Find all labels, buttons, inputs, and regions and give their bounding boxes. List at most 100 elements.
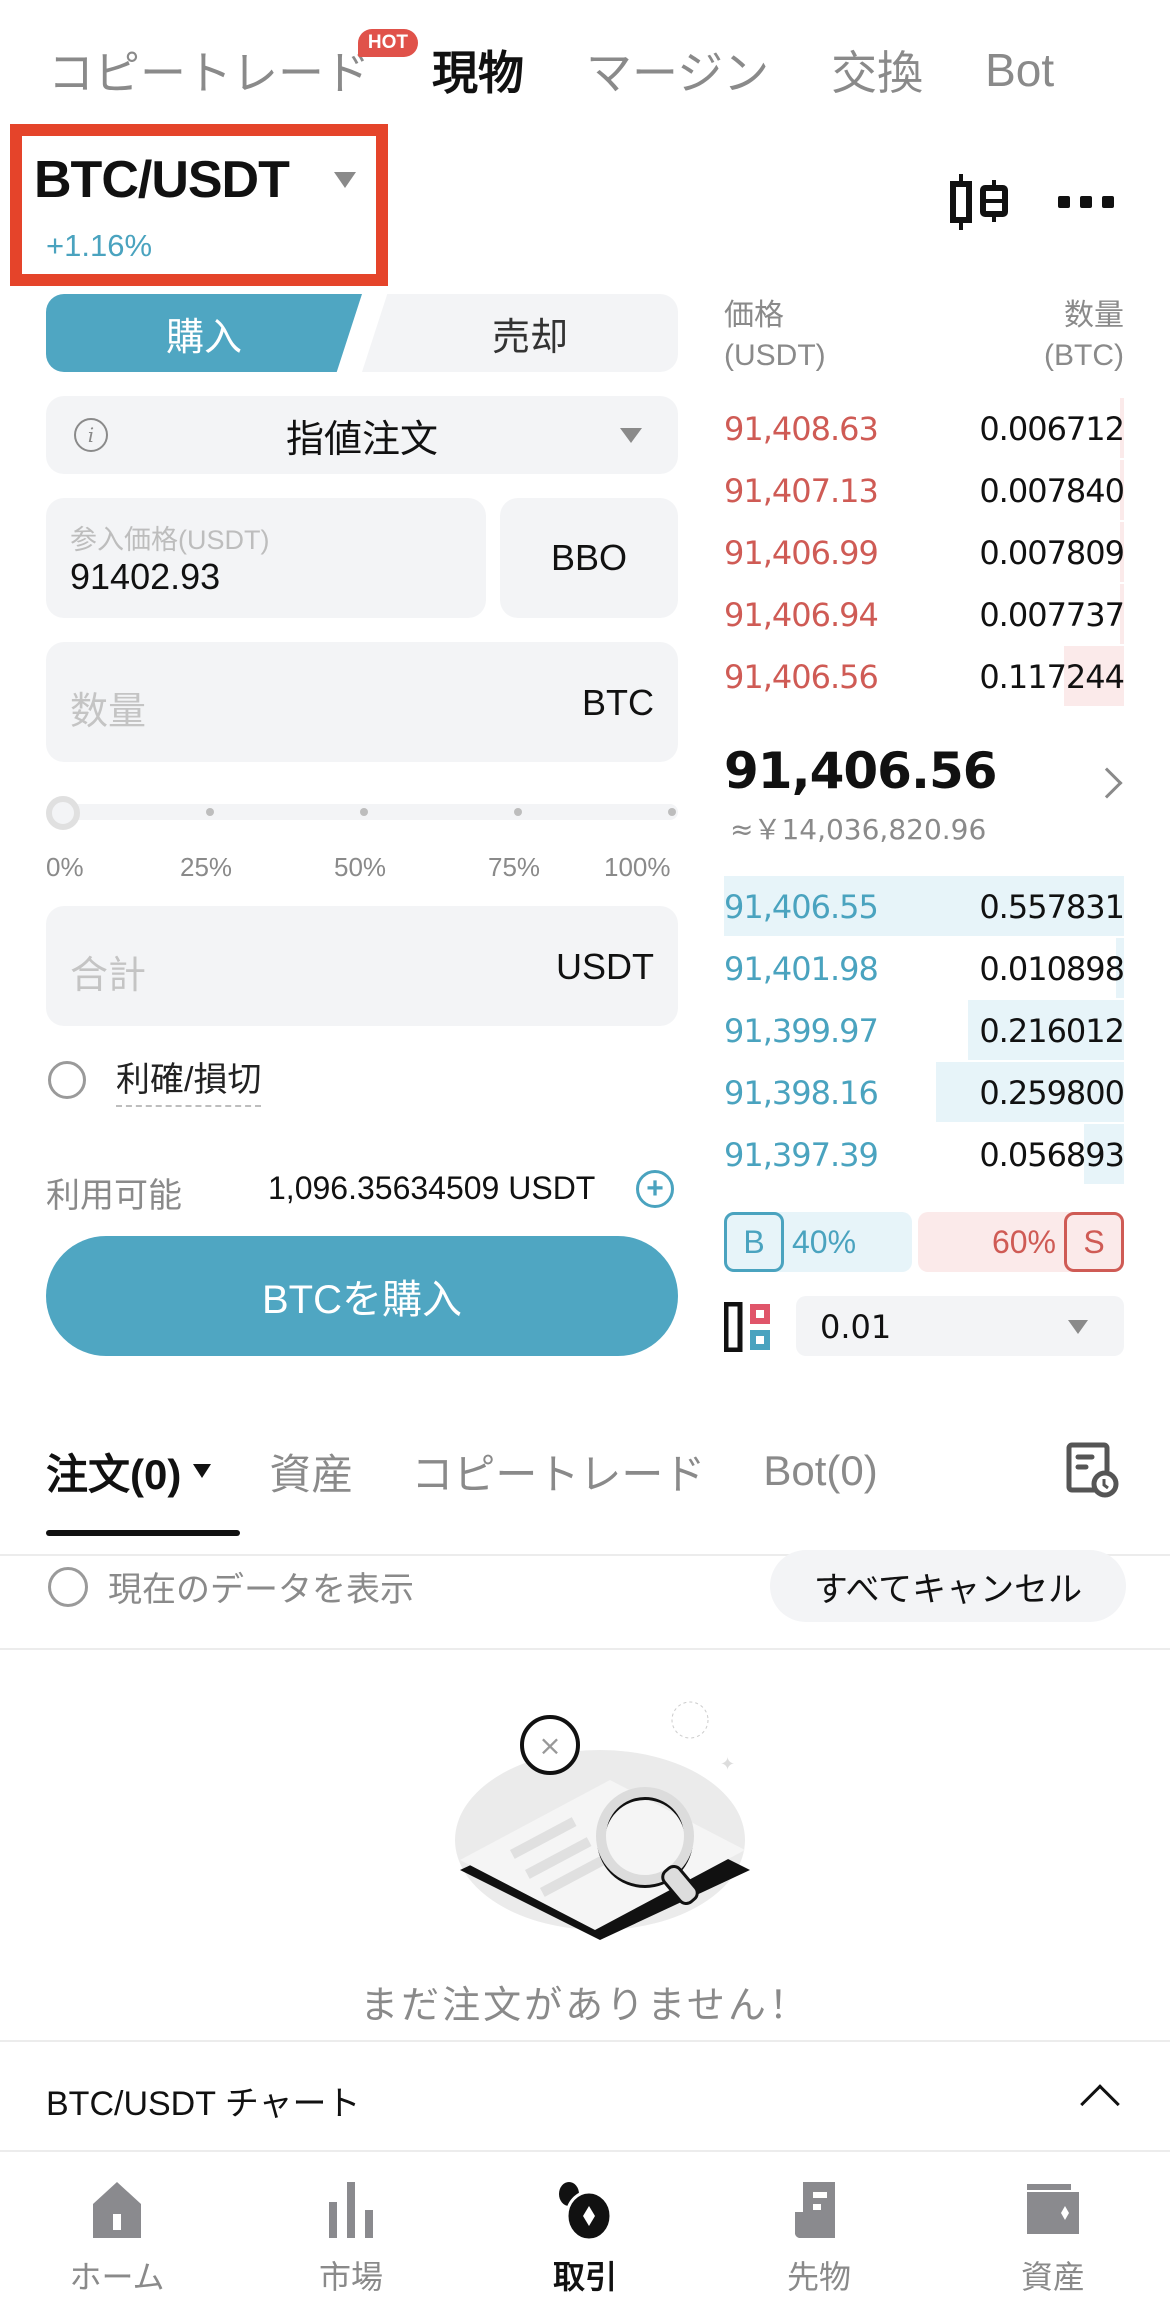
price-input[interactable]	[70, 556, 450, 598]
slider-label: 75%	[488, 852, 541, 882]
bid-qty: 0.259800	[979, 1074, 1125, 1112]
caret-down-icon[interactable]	[334, 172, 356, 188]
hot-badge: HOT	[357, 29, 418, 57]
nav-trade[interactable]: 取引	[468, 2152, 702, 2307]
tab-bot[interactable]: Bot	[985, 43, 1054, 97]
last-price-fiat: ≈￥14,036,820.96	[730, 813, 987, 846]
ask-row[interactable]: 91,406.56 0.117244	[724, 646, 1125, 706]
orderbook-layout-icon[interactable]	[724, 1302, 774, 1352]
sell-tab[interactable]: 売却	[362, 294, 678, 372]
tab-spot[interactable]: 現物	[432, 37, 524, 103]
tab-convert[interactable]: 交換	[831, 37, 923, 103]
bid-price: 91,406.55	[724, 888, 879, 926]
price-field[interactable]: 参入価格(USDT)	[46, 498, 486, 618]
order-type-label: 指値注文	[285, 418, 438, 461]
buy-tab[interactable]: 購入	[46, 294, 362, 372]
ask-price: 91,406.56	[724, 658, 879, 696]
total-unit: USDT	[556, 946, 654, 987]
slider-handle[interactable]	[46, 796, 80, 830]
bid-row[interactable]: 91,398.16 0.259800	[724, 1062, 1125, 1122]
bid-row[interactable]: 91,399.97 0.216012	[724, 1000, 1125, 1060]
tab-copy-trade-orders[interactable]: コピートレード	[411, 1441, 705, 1502]
tab-orders[interactable]: 注文(0)	[46, 1441, 212, 1502]
add-funds-icon[interactable]: +	[636, 1170, 674, 1208]
bid-qty: 0.557831	[979, 888, 1125, 926]
tpsl-toggle[interactable]: 利確/損切	[48, 1052, 262, 1107]
bid-qty: 0.010898	[979, 950, 1125, 988]
top-tabs: コピートレード HOT 現物 マージン 交換 Bot	[48, 29, 1116, 110]
bid-row[interactable]: 91,397.39 0.056893	[724, 1124, 1125, 1184]
ask-row[interactable]: 91,407.13 0.007840	[724, 460, 1125, 520]
order-history-icon[interactable]	[1060, 1440, 1120, 1500]
amount-slider[interactable]	[46, 796, 678, 830]
tab-margin[interactable]: マージン	[586, 37, 769, 103]
tab-copy-trade-label: コピートレード	[48, 47, 370, 99]
chevron-up-icon[interactable]	[1080, 2084, 1120, 2124]
order-type-select[interactable]: i 指値注文	[46, 396, 678, 474]
slider-labels: 0% 25% 50% 75% 100%	[46, 852, 678, 882]
quantity-unit: BTC	[582, 682, 654, 723]
chart-label: BTC/USDT チャート	[46, 2085, 361, 2123]
sell-ratio-badge: S	[1064, 1212, 1124, 1272]
bid-price: 91,399.97	[724, 1012, 879, 1050]
orderbook-price-header: 価格 (USDT)	[724, 296, 826, 376]
total-field[interactable]: 合計 USDT	[46, 906, 678, 1026]
ask-row[interactable]: 91,408.63 0.006712	[724, 398, 1125, 458]
empty-orders-illustration: × ✦	[455, 1701, 750, 1940]
caret-down-icon	[1068, 1320, 1088, 1334]
sell-ratio-bar: 60% S	[918, 1212, 1124, 1272]
slider-label: 25%	[180, 852, 233, 882]
bid-price: 91,398.16	[724, 1074, 879, 1112]
nav-market[interactable]: 市場	[234, 2152, 468, 2307]
available-balance: 1,096.35634509 USDT	[268, 1170, 596, 1206]
nav-futures[interactable]: 先物	[702, 2152, 936, 2307]
empty-orders-message: まだ注文がありません！	[360, 1985, 810, 2027]
ask-row[interactable]: 91,406.94 0.007737	[724, 584, 1125, 644]
orderbook-qty-header: 数量 (BTC)	[1044, 296, 1124, 376]
slider-step-75[interactable]	[514, 808, 522, 816]
tpsl-radio[interactable]	[48, 1060, 86, 1099]
ask-price: 91,408.63	[724, 410, 879, 448]
quantity-field[interactable]: 数量 BTC	[46, 642, 678, 762]
ask-qty: 0.006712	[979, 410, 1125, 448]
pair-selector[interactable]: BTC/USDT	[34, 150, 290, 210]
slider-step-100[interactable]	[668, 808, 676, 816]
ask-row[interactable]: 91,406.99 0.007809	[724, 522, 1125, 582]
ask-price: 91,406.99	[724, 534, 879, 572]
caret-down-icon	[620, 428, 642, 443]
nav-assets[interactable]: 資産	[936, 2152, 1170, 2307]
ask-price: 91,406.94	[724, 596, 879, 634]
price-field-label: 参入価格(USDT)	[70, 525, 270, 555]
nav-home[interactable]: ホーム	[0, 2152, 234, 2307]
total-placeholder: 合計	[70, 955, 147, 997]
info-icon[interactable]: i	[74, 418, 108, 452]
chevron-right-icon[interactable]	[1091, 767, 1123, 799]
trade-icon	[559, 2182, 613, 2240]
qty-header-unit: (BTC)	[1044, 339, 1124, 372]
buy-ratio-value: 40%	[792, 1224, 857, 1260]
home-icon	[93, 2182, 141, 2238]
bid-price: 91,397.39	[724, 1136, 879, 1174]
tab-copy-trade[interactable]: コピートレード HOT	[48, 29, 418, 103]
futures-icon	[795, 2182, 835, 2238]
candlestick-chart-icon[interactable]	[950, 172, 1012, 232]
slider-label: 0%	[46, 852, 84, 882]
bid-row[interactable]: 91,406.55 0.557831	[724, 876, 1125, 936]
tab-assets[interactable]: 資産	[269, 1441, 353, 1502]
precision-select[interactable]: 0.01	[796, 1296, 1124, 1356]
tpsl-label[interactable]: 利確/損切	[116, 1052, 262, 1107]
slider-step-25[interactable]	[206, 808, 214, 816]
show-current-toggle[interactable]: 現在のデータを表示	[48, 1562, 414, 1611]
qty-header-label: 数量	[1064, 299, 1124, 332]
cancel-all-button[interactable]: すべてキャンセル	[770, 1550, 1126, 1622]
chart-toggle-bar[interactable]: BTC/USDT チャート	[0, 2040, 1170, 2150]
more-options-icon[interactable]	[1058, 196, 1114, 208]
bbo-button[interactable]: BBO	[500, 498, 678, 618]
ask-qty: 0.007737	[979, 596, 1125, 634]
buy-btc-button[interactable]: BTCを購入	[46, 1236, 678, 1356]
show-current-radio[interactable]	[48, 1566, 88, 1607]
tab-bot-orders[interactable]: Bot(0)	[763, 1447, 877, 1495]
precision-value: 0.01	[820, 1308, 892, 1346]
slider-step-50[interactable]	[360, 808, 368, 816]
bid-row[interactable]: 91,401.98 0.010898	[724, 938, 1125, 998]
